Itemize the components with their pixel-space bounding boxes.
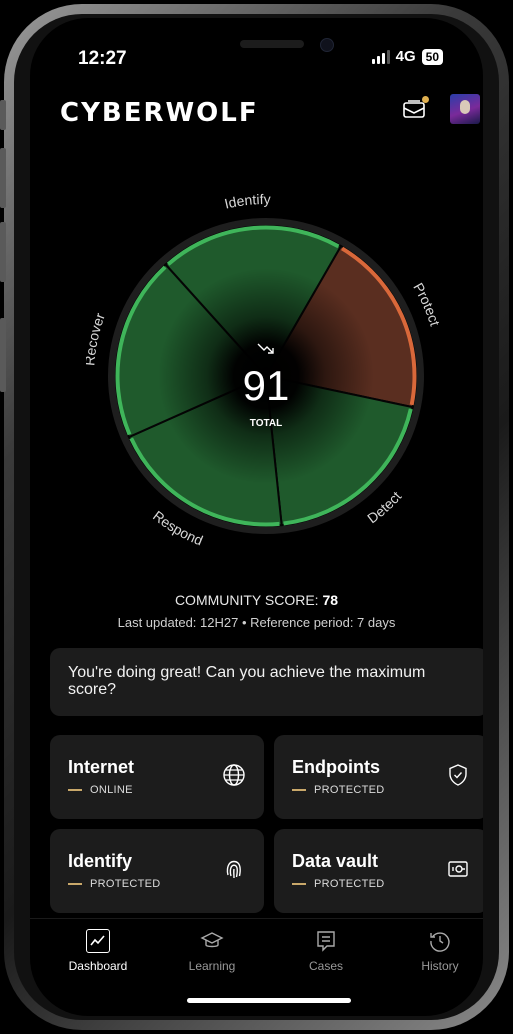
chart-icon-graphic <box>90 935 105 946</box>
chart-icon <box>86 929 110 953</box>
card-title: Internet <box>68 757 135 777</box>
community-score-label: COMMUNITY SCORE: <box>174 592 319 608</box>
fingerprint-icon <box>226 860 241 879</box>
signal-icon <box>371 49 390 64</box>
bottom-nav: Dashboard Learning Cases History <box>30 918 483 989</box>
total-score: 91 <box>243 362 290 409</box>
user-avatar[interactable] <box>450 94 480 124</box>
card-status-label: PROTECTED <box>90 878 161 890</box>
card-status-label: ONLINE <box>90 784 133 796</box>
history-icon <box>430 932 450 952</box>
status-time: 12:27 <box>78 48 127 69</box>
status-dash <box>68 883 82 885</box>
status-indicators: 4G 50 <box>371 48 443 65</box>
identify-card[interactable]: Identify PROTECTED <box>50 829 264 913</box>
document-icon <box>317 931 335 952</box>
card-title: Endpoints <box>292 757 380 777</box>
vault-icon <box>448 861 468 877</box>
segment-label-recover: Recover <box>86 310 108 366</box>
front-camera <box>320 38 334 52</box>
card-status: PROTECTED <box>292 878 470 890</box>
card-title: Data vault <box>292 851 379 871</box>
card-title: Identify <box>68 851 133 871</box>
last-updated-text: Last updated: 12H27 • Reference period: … <box>117 615 396 630</box>
total-label: TOTAL <box>250 418 282 429</box>
card-status-label: PROTECTED <box>314 878 385 890</box>
nav-label: History <box>421 959 459 973</box>
notification-dot <box>422 96 429 103</box>
mute-switch <box>0 100 6 130</box>
encouragement-banner[interactable]: You're doing great! Can you achieve the … <box>50 648 483 716</box>
data-vault-card[interactable]: Data vault PROTECTED <box>274 829 483 913</box>
earpiece-speaker <box>240 40 304 48</box>
endpoints-card[interactable]: Endpoints PROTECTED <box>274 735 483 819</box>
volume-down-button <box>0 222 6 282</box>
score-chart-svg: IdentifyProtectDetectRespondRecover 91 T… <box>81 191 443 549</box>
card-status: PROTECTED <box>292 784 470 796</box>
nav-dashboard[interactable]: Dashboard <box>48 929 148 973</box>
volume-up-button <box>0 148 6 208</box>
nav-label: Learning <box>188 959 236 973</box>
nav-label: Cases <box>308 959 343 973</box>
nav-learning[interactable]: Learning <box>162 929 262 973</box>
app-screen: 12:27 4G 50 CYBERWOLF Identify Protect D… <box>30 18 483 1016</box>
battery-icon: 50 <box>421 48 443 65</box>
segment-label-identify: Identify <box>223 191 271 212</box>
segment-label-protect: Protect <box>410 280 443 328</box>
network-type: 4G <box>395 48 416 65</box>
home-indicator <box>187 998 351 1003</box>
card-status: PROTECTED <box>68 878 246 890</box>
card-status-label: PROTECTED <box>314 784 385 796</box>
card-status: ONLINE <box>68 784 246 796</box>
status-dash <box>292 789 306 791</box>
mail-icon[interactable] <box>402 96 429 122</box>
nav-label: Dashboard <box>68 959 128 973</box>
app-logo: CYBERWOLF <box>60 98 259 128</box>
nav-history[interactable]: History <box>390 929 483 973</box>
status-dash <box>68 789 82 791</box>
community-score-value: 78 <box>322 592 339 608</box>
dynamic-island <box>197 20 307 54</box>
internet-card[interactable]: Internet ONLINE <box>50 735 264 819</box>
shield-check-icon <box>449 764 467 786</box>
status-dash <box>292 883 306 885</box>
score-chart: IdentifyProtectDetectRespondRecover 91 T… <box>81 176 446 556</box>
globe-icon <box>223 764 245 786</box>
graduation-cap-icon <box>200 932 224 948</box>
nav-cases[interactable]: Cases <box>276 929 376 973</box>
side-button <box>0 318 6 392</box>
community-score: COMMUNITY SCORE: 78 <box>30 592 483 608</box>
